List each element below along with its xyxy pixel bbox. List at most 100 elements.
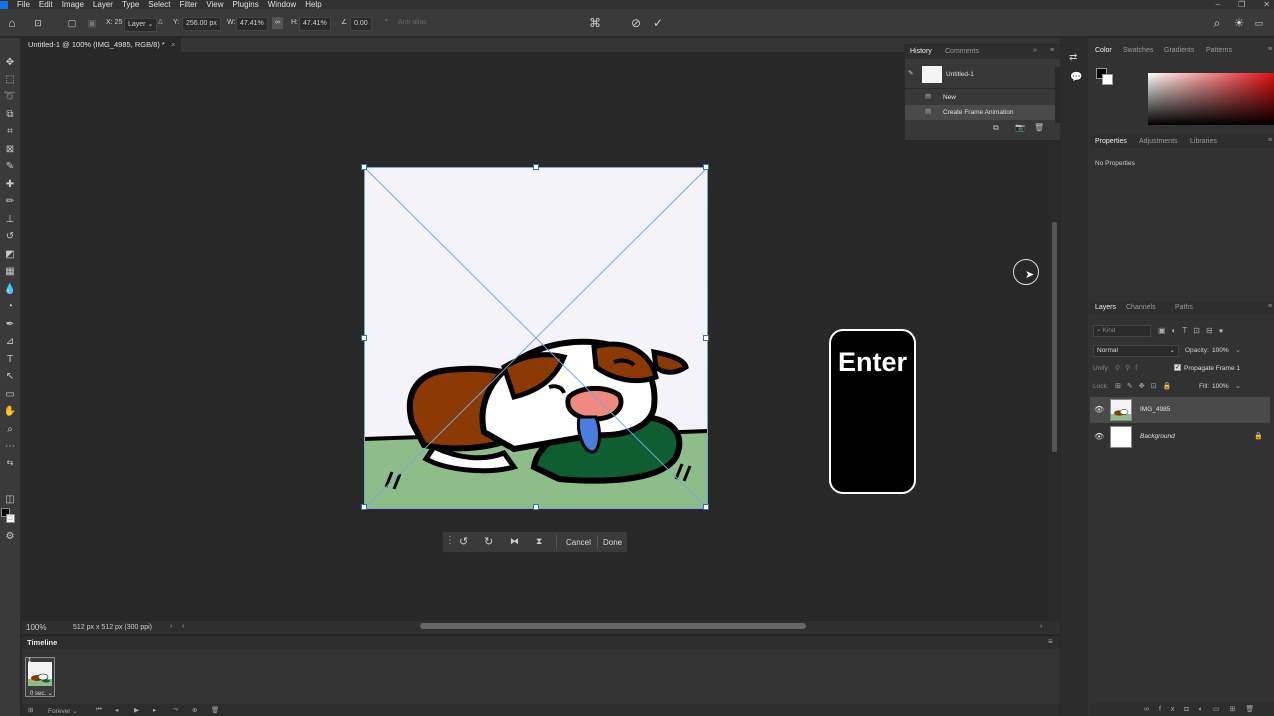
flip-vertical-icon[interactable]: ⧗: [536, 536, 542, 547]
timeline-title[interactable]: Timeline: [27, 638, 57, 647]
pen-alt-tool-icon[interactable]: ⊿: [2, 335, 18, 349]
duplicate-frame-icon[interactable]: ⊕: [192, 706, 197, 714]
healing-brush-tool-icon[interactable]: ✚: [2, 178, 18, 192]
w-input[interactable]: 47.41%: [236, 17, 268, 31]
tab-swatches[interactable]: Swatches: [1123, 47, 1153, 54]
handle-top-center[interactable]: [533, 164, 539, 170]
camera-icon[interactable]: 📷: [1015, 123, 1025, 132]
properties-menu-icon[interactable]: ≡: [1268, 137, 1272, 144]
unify-icons[interactable]: ⚲⚲f: [1115, 364, 1142, 372]
tab-color[interactable]: Color: [1095, 47, 1112, 54]
layer-name[interactable]: IMG_4985: [1140, 406, 1170, 413]
menu-type[interactable]: Type: [122, 0, 139, 9]
handle-bottom-left[interactable]: [361, 504, 367, 510]
rotate-right-icon[interactable]: ↻: [484, 535, 493, 548]
layer-row-background[interactable]: 👁 Background 🔒: [1090, 424, 1270, 450]
screen-mode-icon[interactable]: ⧈: [2, 511, 18, 525]
warp-icon[interactable]: ⌘: [588, 16, 602, 30]
cancel-button[interactable]: Cancel: [566, 538, 591, 547]
marquee-tool-icon[interactable]: ⬚: [2, 73, 18, 87]
x-field[interactable]: X: 25: [106, 17, 122, 29]
tween-icon[interactable]: ⤳: [173, 706, 178, 714]
history-menu-icon[interactable]: ≡: [1050, 47, 1054, 54]
fill-dropdown-icon[interactable]: ⌄: [1235, 382, 1241, 390]
menu-select[interactable]: Select: [148, 0, 170, 9]
eyedropper-tool-icon[interactable]: ✎: [2, 160, 18, 174]
play-icon[interactable]: ▶: [134, 706, 139, 714]
previous-frame-icon[interactable]: ◂: [115, 706, 118, 714]
layer-filter-input[interactable]: ⌕ Kind: [1093, 325, 1151, 337]
history-state-new[interactable]: ▤ New: [905, 90, 1055, 105]
fill-input[interactable]: 100%: [1212, 383, 1229, 390]
close-tab-icon[interactable]: ×: [171, 40, 175, 49]
menu-view[interactable]: View: [206, 0, 223, 9]
handle-top-right[interactable]: [703, 164, 709, 170]
zoom-tool-icon[interactable]: ⌕: [2, 423, 18, 437]
more-tools-icon[interactable]: ⋯: [2, 440, 18, 454]
crop-tool-icon[interactable]: ⌗: [2, 125, 18, 139]
transform-tool-icon[interactable]: ⊡: [31, 16, 45, 30]
antialias-label[interactable]: Anti-alias: [398, 17, 427, 29]
commit-transform-icon[interactable]: ✓: [651, 16, 665, 30]
layer-name[interactable]: Background: [1140, 433, 1175, 440]
color-picker-field[interactable]: [1148, 73, 1274, 125]
trash-icon[interactable]: 🗑: [1034, 123, 1044, 132]
minimize-icon[interactable]: –: [1216, 0, 1220, 9]
document-tab[interactable]: Untitled-1 @ 100% (IMG_4985, RGB/8) * ×: [22, 38, 182, 52]
drag-handle-icon[interactable]: ⋮: [445, 535, 455, 546]
close-icon[interactable]: ✕: [1263, 0, 1270, 9]
home-icon[interactable]: ⌂: [5, 16, 19, 30]
reference-point-icon[interactable]: ▢: [65, 16, 79, 30]
vertical-scroll-thumb[interactable]: [1052, 222, 1057, 452]
document-info[interactable]: 512 px x 512 px (300 ppi): [73, 624, 152, 631]
status-menu-icon[interactable]: ›: [170, 623, 172, 630]
y-input[interactable]: 256.00 px: [182, 17, 221, 31]
tab-patterns[interactable]: Patterns: [1206, 47, 1232, 54]
layer-lock-icon[interactable]: 🔒: [1254, 432, 1263, 440]
properties-toggle-icon[interactable]: ⇄: [1069, 52, 1077, 63]
tab-gradients[interactable]: Gradients: [1164, 47, 1194, 54]
first-frame-icon[interactable]: ⏮: [96, 706, 102, 714]
restore-icon[interactable]: ❐: [1238, 0, 1245, 9]
tab-adjustments[interactable]: Adjustments: [1139, 138, 1178, 145]
next-frame-icon[interactable]: ▸: [153, 706, 156, 714]
tab-paths[interactable]: Paths: [1175, 304, 1193, 311]
menu-window[interactable]: Window: [268, 0, 296, 9]
h-input[interactable]: 47.41%: [299, 17, 331, 31]
tab-properties[interactable]: Properties: [1095, 138, 1127, 145]
done-button[interactable]: Done: [603, 538, 622, 547]
reference-dropdown[interactable]: Layer ⌄: [124, 18, 158, 32]
history-snapshot[interactable]: ✎ Untitled-1: [905, 64, 1055, 86]
tab-history[interactable]: History: [910, 48, 932, 55]
visibility-eye-icon[interactable]: 👁: [1094, 405, 1104, 414]
pen-tool-icon[interactable]: ✒: [2, 318, 18, 332]
scroll-left-icon[interactable]: ‹: [182, 623, 184, 630]
delete-frame-icon[interactable]: 🗑: [211, 706, 219, 714]
flip-horizontal-icon[interactable]: ⧓: [510, 536, 519, 547]
menu-file[interactable]: File: [17, 0, 30, 9]
layer-filter-icons[interactable]: ▣◐T⊡⊟●: [1158, 326, 1230, 335]
object-select-tool-icon[interactable]: ⧉: [2, 108, 18, 122]
tab-channels[interactable]: Channels: [1126, 304, 1156, 311]
timeline-menu-icon[interactable]: ≡: [1048, 637, 1053, 646]
brush-tool-icon[interactable]: ✏: [2, 195, 18, 209]
handle-top-left[interactable]: [361, 164, 367, 170]
angle-input[interactable]: 0.00: [350, 17, 372, 31]
frame-delay-dropdown[interactable]: 0 sec. ⌄: [30, 690, 53, 697]
stamp-tool-icon[interactable]: ⊥: [2, 213, 18, 227]
handle-bottom-center[interactable]: [533, 504, 539, 510]
opacity-input[interactable]: 100%: [1212, 347, 1229, 354]
eraser-tool-icon[interactable]: ◩: [2, 248, 18, 262]
rectangle-tool-icon[interactable]: ▭: [2, 388, 18, 402]
search-icon[interactable]: ⌕: [1210, 16, 1224, 30]
reference-grid-icon[interactable]: ▣: [85, 16, 99, 30]
handle-bottom-right[interactable]: [703, 504, 709, 510]
history-brush-tool-icon[interactable]: ↺: [2, 230, 18, 244]
cancel-transform-icon[interactable]: ⊘: [629, 16, 643, 30]
horizontal-scroll-thumb[interactable]: [420, 623, 806, 629]
menu-layer[interactable]: Layer: [93, 0, 113, 9]
visibility-eye-icon[interactable]: 👁: [1094, 432, 1104, 441]
color-menu-icon[interactable]: ≡: [1268, 46, 1272, 53]
handle-middle-right[interactable]: [703, 335, 709, 341]
frame-tool-icon[interactable]: ⊠: [2, 143, 18, 157]
